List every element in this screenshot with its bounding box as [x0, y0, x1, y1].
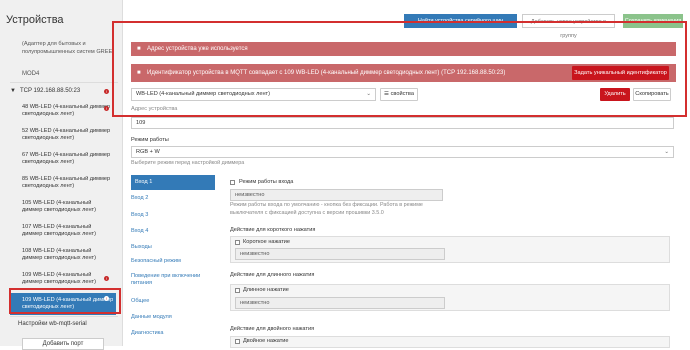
warning-icon: ■: [137, 46, 141, 52]
add-port-button[interactable]: Добавить порт: [22, 338, 104, 350]
tab-input-2[interactable]: Вход 2: [131, 195, 215, 201]
sidebar-item-107[interactable]: 107 WB-LED (4-канальный диммер светодиод…: [22, 224, 112, 238]
long-press-field[interactable]: неизвестно: [235, 297, 445, 309]
sidebar-item-48[interactable]: 48 WB-LED (4-канальный диммер светодиодн…: [22, 104, 112, 118]
double-press-title: Действие для двойного нажатия: [230, 326, 315, 332]
mode-value: RGB + W: [136, 149, 160, 155]
address-used-alert: ■ Адрес устройства уже используется: [131, 42, 676, 56]
chevron-down-icon: ⌄: [366, 91, 371, 97]
address-label: Адрес устройства: [131, 106, 178, 112]
short-press-checkbox[interactable]: [235, 240, 240, 245]
delete-button[interactable]: Удалить: [600, 88, 630, 101]
error-badge-icon: !: [104, 106, 109, 111]
sidebar-item-67[interactable]: 67 WB-LED (4-канальный диммер светодиодн…: [22, 152, 112, 166]
mode-hint: Выберите режим перед настройкой диммера: [131, 160, 245, 166]
port-label: TCP 192.168.88.50:23: [19, 88, 81, 94]
sidebar-item-108[interactable]: 108 WB-LED (4-канальный диммер светодиод…: [22, 248, 112, 262]
sidebar-title: Устройства: [6, 14, 64, 26]
short-press-label: Короткое нажатие: [243, 239, 291, 245]
sidebar-device-note[interactable]: (Адаптер для бытовых и полупромышленных …: [22, 40, 117, 56]
properties-label: свойства: [390, 91, 414, 97]
sidebar-port-group[interactable]: ▼ TCP 192.168.88.50:23: [10, 88, 80, 94]
tab-input-4[interactable]: Вход 4: [131, 228, 215, 234]
double-press-panel: [230, 336, 670, 348]
long-press-label: Длинное нажатие: [243, 287, 289, 293]
list-icon: ☰: [384, 91, 390, 97]
error-badge-icon: !: [104, 89, 109, 94]
tab-outputs[interactable]: Выходы: [131, 244, 215, 250]
tab-safe-mode[interactable]: Безопасный режим: [131, 258, 215, 264]
input-mode-checkbox[interactable]: [230, 180, 235, 185]
tab-input-3[interactable]: Вход 3: [131, 212, 215, 218]
double-press-label: Двойное нажатие: [243, 338, 289, 344]
set-unique-id-button[interactable]: Задать уникальный идентификатор: [572, 66, 669, 80]
error-badge-icon: !: [104, 276, 109, 281]
warning-icon: ■: [137, 70, 141, 76]
sidebar-item-52[interactable]: 52 WB-LED (4-канальный диммер светодиодн…: [22, 128, 112, 142]
chevron-down-icon: ▼: [10, 88, 16, 94]
alert-text: Адрес устройства уже используется: [147, 46, 248, 52]
tab-diagnostics[interactable]: Диагностика: [131, 330, 215, 336]
tab-general[interactable]: Общее: [131, 298, 215, 304]
input-mode-hint: Режим работы входа по умолчанию - кнопка…: [230, 202, 423, 216]
mode-label: Режим работы: [131, 137, 169, 143]
address-input[interactable]: 109: [131, 117, 674, 129]
short-press-title: Действие для короткого нажатия: [230, 227, 316, 233]
tab-input-1[interactable]: Вход 1: [131, 175, 215, 190]
sidebar-item-109[interactable]: 109 WB-LED (4-канальный диммер светодиод…: [22, 272, 112, 286]
input-mode-field[interactable]: неизвестно: [230, 189, 443, 201]
devices-sidebar: Устройства (Адаптер для бытовых и полупр…: [0, 0, 123, 350]
device-type-select[interactable]: WB-LED (4-канальный диммер светодиодных …: [131, 88, 376, 101]
double-press-checkbox[interactable]: [235, 339, 240, 344]
input-mode-label: Режим работы входа: [239, 179, 294, 185]
properties-button[interactable]: ☰ свойства: [380, 88, 418, 101]
long-press-checkbox[interactable]: [235, 288, 240, 293]
short-press-field[interactable]: неизвестно: [235, 248, 445, 260]
chevron-down-icon: ⌄: [664, 149, 669, 155]
divider: [10, 316, 118, 317]
alert-text: Идентификатор устройства в MQTT совпадае…: [147, 70, 506, 76]
divider: [10, 82, 118, 83]
sidebar-module-label[interactable]: MOD4: [22, 71, 39, 77]
copy-button[interactable]: Скопировать: [633, 88, 671, 101]
sidebar-item-85[interactable]: 85 WB-LED (4-канальный диммер светодиодн…: [22, 176, 112, 190]
highlight-frame: [9, 288, 121, 314]
tab-power-on-behavior[interactable]: Поведение при включении питания: [131, 273, 215, 287]
sidebar-item-105[interactable]: 105 WB-LED (4-канальный диммер светодиод…: [22, 200, 112, 214]
long-press-title: Действие для длинного нажатия: [230, 272, 315, 278]
mode-select[interactable]: RGB + W ⌄: [131, 146, 674, 158]
device-type-value: WB-LED (4-канальный диммер светодиодных …: [136, 91, 270, 97]
sidebar-serial-settings[interactable]: Настройки wb-mqtt-serial: [18, 321, 87, 327]
tab-module-data[interactable]: Данные модуля: [131, 314, 215, 320]
